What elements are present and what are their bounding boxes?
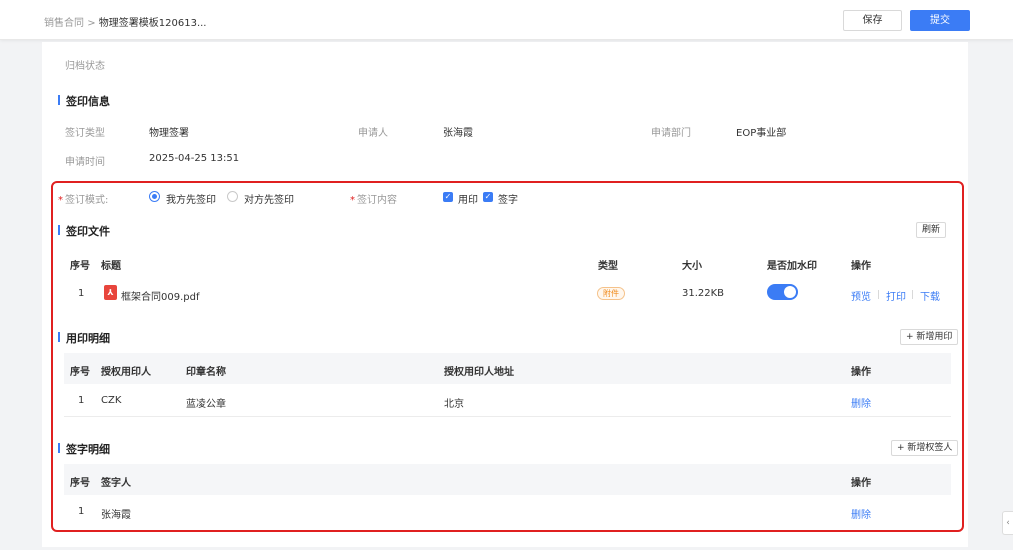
- action-divider: [912, 290, 913, 299]
- seal-col-actions: 操作: [851, 367, 871, 378]
- row-divider: [64, 416, 951, 417]
- signer-table-header: [64, 464, 951, 495]
- signer-col-actions: 操作: [851, 478, 871, 489]
- checkbox-seal[interactable]: ✓: [443, 192, 453, 202]
- seal-col-person: 授权用印人: [101, 367, 151, 378]
- seal-row-no: 1: [78, 395, 85, 406]
- sign-content-label-text: 签订内容: [357, 195, 397, 206]
- applicant-label: 申请人: [358, 128, 388, 139]
- files-col-size: 大小: [682, 261, 702, 272]
- section-title-sign-files: 签印文件: [58, 223, 110, 239]
- signer-row-no: 1: [78, 506, 85, 517]
- watermark-toggle[interactable]: [767, 284, 798, 300]
- seal-row-address: 北京: [444, 399, 464, 410]
- sign-content-label: * 签订内容: [350, 195, 397, 206]
- signer-delete-link[interactable]: 删除: [851, 506, 871, 521]
- section-title-signer-details: 签字明细: [58, 441, 110, 457]
- radio-self-first-label[interactable]: 我方先签印: [166, 191, 216, 206]
- radio-other-first[interactable]: [227, 191, 238, 202]
- checkbox-seal-label[interactable]: 用印: [458, 191, 478, 206]
- top-bar: 销售合同 > 物理签署模板120613... 保存 提交: [0, 0, 1013, 40]
- seal-col-address: 授权用印人地址: [444, 367, 514, 378]
- files-col-title: 标题: [101, 261, 121, 272]
- section-title-seal-details: 用印明细: [58, 330, 110, 346]
- apply-time-value: 2025-04-25 13:51: [149, 153, 240, 164]
- download-link[interactable]: 下载: [920, 288, 940, 303]
- files-col-actions: 操作: [851, 261, 871, 272]
- signer-col-name: 签字人: [101, 478, 131, 489]
- sign-mode-label: * 签订模式:: [58, 195, 109, 206]
- print-link[interactable]: 打印: [886, 288, 906, 303]
- preview-link[interactable]: 预览: [851, 288, 871, 303]
- sign-type-label: 签订类型: [65, 128, 105, 139]
- refresh-button[interactable]: 刷新: [916, 222, 947, 238]
- seal-col-name: 印章名称: [186, 367, 226, 378]
- section-title-sign-info: 签印信息: [58, 93, 110, 109]
- radio-other-first-label[interactable]: 对方先签印: [244, 191, 294, 206]
- chevron-left-icon[interactable]: ‹: [1002, 511, 1013, 535]
- files-row-no: 1: [78, 288, 85, 299]
- files-row-size: 31.22KB: [682, 288, 725, 299]
- archive-status-label: 归档状态: [65, 61, 105, 72]
- action-divider: [878, 290, 879, 299]
- sign-mode-label-text: 签订模式:: [65, 195, 109, 206]
- breadcrumb-current: 物理签署模板120613...: [98, 18, 207, 29]
- submit-button[interactable]: 提交: [910, 10, 970, 31]
- file-type-badge: 附件: [597, 287, 625, 300]
- files-col-watermark: 是否加水印: [767, 261, 817, 272]
- pdf-icon: ⅄: [104, 285, 117, 300]
- save-button[interactable]: 保存: [843, 10, 902, 31]
- dept-value: EOP事业部: [736, 128, 787, 139]
- add-seal-button[interactable]: + 新增用印: [900, 329, 959, 345]
- dept-label: 申请部门: [651, 128, 691, 139]
- checkbox-sign[interactable]: ✓: [483, 192, 493, 202]
- signer-col-no: 序号: [70, 478, 90, 489]
- radio-self-first[interactable]: [149, 191, 160, 202]
- applicant-value: 张海霞: [443, 128, 473, 139]
- files-row-title[interactable]: 框架合同009.pdf: [121, 288, 199, 303]
- seal-row-name: 蓝凌公章: [186, 399, 226, 410]
- signer-row-name: 张海霞: [101, 510, 131, 521]
- seal-delete-link[interactable]: 删除: [851, 395, 871, 410]
- breadcrumb: 销售合同 > 物理签署模板120613...: [44, 14, 206, 29]
- apply-time-label: 申请时间: [65, 157, 105, 168]
- files-col-type: 类型: [598, 261, 618, 272]
- checkbox-sign-label[interactable]: 签字: [498, 191, 518, 206]
- sign-type-value: 物理签署: [149, 128, 189, 139]
- files-col-no: 序号: [70, 261, 90, 272]
- breadcrumb-separator: >: [87, 18, 96, 29]
- add-signer-button[interactable]: + 新增权签人: [891, 440, 959, 456]
- seal-row-person: CZK: [101, 395, 122, 406]
- breadcrumb-parent[interactable]: 销售合同: [44, 18, 84, 29]
- seal-col-no: 序号: [70, 367, 90, 378]
